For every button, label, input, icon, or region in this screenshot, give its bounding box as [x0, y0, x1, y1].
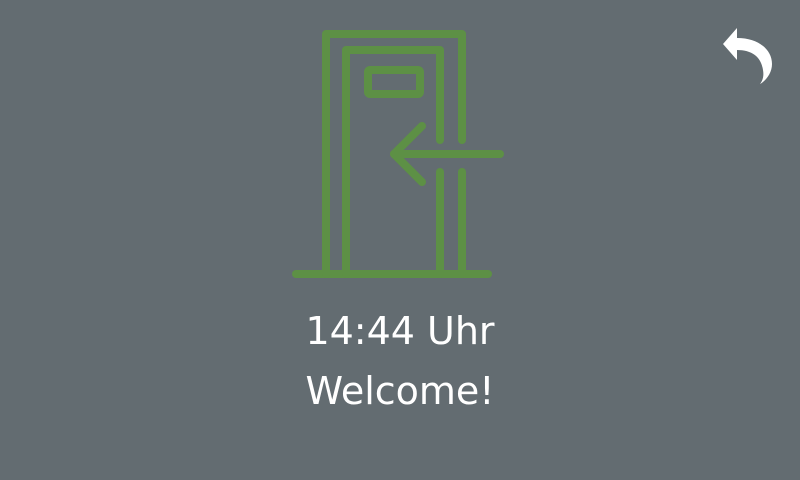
back-button[interactable] [716, 22, 778, 88]
door-enter-icon [292, 30, 504, 278]
time-display: 14:44 Uhr [305, 309, 495, 353]
back-arrow-icon [723, 28, 772, 84]
welcome-message: Welcome! [305, 369, 495, 413]
entry-screen: 14:44 Uhr Welcome! [0, 0, 800, 480]
